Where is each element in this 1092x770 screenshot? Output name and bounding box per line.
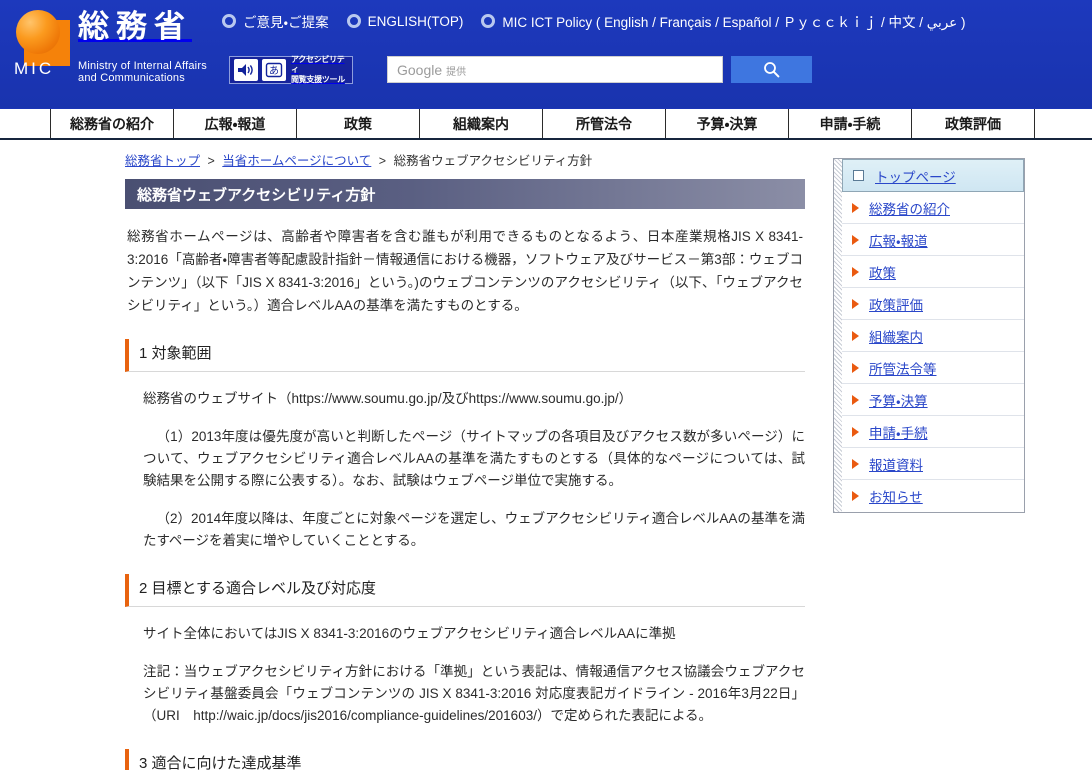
sidebar-item-pr-press[interactable]: 広報・報道 (842, 224, 1024, 256)
section-body-2: サイト全体においてはJIS X 8341-3:2016のウェブアクセシビリティ適… (125, 623, 805, 727)
triangle-right-icon (852, 394, 859, 405)
kana-a-icon: あ (262, 59, 286, 81)
breadcrumb: 総務省トップ > 当省ホームページについて > 総務省ウェブアクセシビリティ方針 (125, 150, 805, 169)
sidebar-item-policy[interactable]: 政策 (842, 256, 1024, 288)
search-placeholder-sub: 提供 (446, 66, 467, 78)
site-logo[interactable]: 総務省 (14, 8, 192, 66)
breadcrumb-item-about-homepage[interactable]: 当省ホームページについて (222, 154, 371, 168)
search-placeholder-main: Google (397, 61, 443, 78)
sidebar-item-label: 政策 (869, 265, 896, 281)
link-opinion-proposal[interactable]: ご意見・ご提案 (222, 11, 329, 31)
sidebar: トップページ 総務省の紹介 広報・報道 政策 政策評価 組織案内 所管法令等 予… (833, 140, 1025, 770)
section-2-paragraph-0: サイト全体においてはJIS X 8341-3:2016のウェブアクセシビリティ適… (143, 626, 676, 642)
logo-english-line2: and Communications (78, 72, 185, 84)
link-english-top-label: ENGLISH(TOP) (367, 13, 464, 29)
gnav-item-policy-evaluation[interactable]: 政策評価 (912, 109, 1035, 138)
sidebar-item-organization[interactable]: 組織案内 (842, 320, 1024, 352)
section-1-paragraph-1: （1）2013年度は優先度が高いと判断したページ（サイトマップの各項目及びアクセ… (143, 429, 805, 489)
sidebar-item-press-materials[interactable]: 報道資料 (842, 448, 1024, 480)
gnav-item-pr-press[interactable]: 広報・報道 (174, 109, 297, 138)
section-1-paragraph-2: （2）2014年度以降は、年度ごとに対象ページを選定し、ウェブアクセシビリティ適… (143, 511, 805, 549)
triangle-right-icon (852, 458, 859, 469)
svg-text:あ: あ (269, 65, 279, 77)
sidebar-item-label: トップページ (875, 169, 956, 185)
section-heading-2: 2 目標とする適合レベル及び対応度 (125, 574, 805, 608)
global-navigation: 総務省の紹介 広報・報道 政策 組織案内 所管法令 予算・決算 申請・手続 政策… (0, 108, 1092, 140)
gnav-item-organization[interactable]: 組織案内 (420, 109, 543, 138)
gnav-item-intro[interactable]: 総務省の紹介 (50, 109, 174, 138)
triangle-right-icon (852, 330, 859, 341)
sidebar-item-label: 申請・手続 (869, 425, 928, 441)
sidebar-item-laws[interactable]: 所管法令等 (842, 352, 1024, 384)
lead-paragraph: 総務省ホームページは、高齢者や障害者を含む誰もが利用できるものとなるよう、日本産… (127, 229, 803, 314)
speaker-icon (234, 59, 258, 81)
header-utility-links: ご意見・ご提案 ENGLISH(TOP) MIC ICT Policy ( En… (222, 11, 965, 31)
link-opinion-proposal-label: ご意見・ご提案 (243, 15, 329, 30)
accessibility-tool-button[interactable]: あ アクセシビリティ 閲覧支援ツール (229, 55, 353, 84)
triangle-right-icon (852, 266, 859, 277)
triangle-right-icon (852, 491, 859, 501)
logo-japanese-name: 総務省 (78, 9, 192, 44)
link-mic-ict-policy-label: MIC ICT Policy ( English / Français / Es… (502, 15, 966, 30)
triangle-right-icon (852, 234, 859, 245)
sidebar-item-label: 所管法令等 (869, 361, 937, 377)
sidebar-item-intro[interactable]: 総務省の紹介 (842, 192, 1024, 224)
sidebar-item-label: 組織案内 (869, 329, 923, 345)
search-input[interactable]: Google 提供 (387, 56, 723, 83)
breadcrumb-item-top[interactable]: 総務省トップ (125, 154, 200, 168)
logo-mic-abbr: MIC (14, 59, 55, 78)
triangle-right-icon (852, 426, 859, 437)
sidebar-nav-box: トップページ 総務省の紹介 広報・報道 政策 政策評価 組織案内 所管法令等 予… (833, 158, 1025, 513)
section-heading-3: 3 適合に向けた達成基準 (125, 749, 805, 770)
section-body-1: 総務省のウェブサイト（https://www.soumu.go.jp/及びhtt… (125, 388, 805, 552)
site-header: 総務省 MIC Ministry of Internal Affairs and… (0, 0, 1092, 108)
sidebar-item-applications[interactable]: 申請・手続 (842, 416, 1024, 448)
link-english-top[interactable]: ENGLISH(TOP) (346, 13, 464, 29)
breadcrumb-separator: > (207, 154, 215, 168)
page-title: 総務省ウェブアクセシビリティ方針 (125, 179, 805, 210)
sidebar-item-label: お知らせ (869, 490, 923, 505)
section-2-paragraph-1: 注記：当ウェブアクセシビリティ方針における「準拠」という表記は、情報通信アクセス… (143, 664, 805, 724)
triangle-right-icon (852, 202, 859, 213)
section-heading-1: 1 対象範囲 (125, 339, 805, 373)
accessibility-tool-line1: アクセシビリティ (291, 55, 345, 74)
bullet-ring-icon (222, 14, 236, 28)
sidebar-item-label: 総務省の紹介 (869, 201, 950, 217)
sidebar-item-news[interactable]: お知らせ (842, 480, 1024, 512)
sidebar-item-label: 予算・決算 (869, 393, 928, 409)
accessibility-tool-line2: 閲覧支援ツール (291, 75, 345, 84)
gnav-item-laws[interactable]: 所管法令 (543, 109, 666, 138)
link-mic-ict-policy[interactable]: MIC ICT Policy ( English / Français / Es… (481, 11, 965, 31)
section-1-paragraph-0: 総務省のウェブサイト（https://www.soumu.go.jp/及びhtt… (143, 391, 633, 407)
square-marker-icon (853, 170, 864, 181)
sidebar-item-policy-evaluation[interactable]: 政策評価 (842, 288, 1024, 320)
triangle-right-icon (852, 362, 859, 373)
sidebar-item-label: 政策評価 (869, 297, 923, 313)
page-body: 総務省トップ > 当省ホームページについて > 総務省ウェブアクセシビリティ方針… (0, 140, 1092, 770)
logo-english-line1: Ministry of Internal Affairs (78, 60, 207, 72)
sidebar-item-label: 報道資料 (869, 457, 923, 473)
breadcrumb-item-current: 総務省ウェブアクセシビリティ方針 (393, 154, 593, 168)
gnav-item-applications[interactable]: 申請・手続 (789, 109, 912, 138)
triangle-right-icon (852, 298, 859, 309)
search-placeholder: Google 提供 (397, 62, 466, 78)
bullet-ring-icon (481, 14, 496, 28)
search-button[interactable] (731, 56, 812, 83)
gnav-item-budget[interactable]: 予算・決算 (666, 109, 789, 138)
mic-logo-mark (14, 8, 72, 66)
breadcrumb-separator: > (378, 154, 387, 168)
sidebar-item-budget[interactable]: 予算・決算 (842, 384, 1024, 416)
gnav-item-policy[interactable]: 政策 (297, 109, 420, 138)
sidebar-item-top-page[interactable]: トップページ (842, 159, 1024, 192)
sidebar-item-label: 広報・報道 (869, 233, 928, 249)
bullet-ring-icon (346, 14, 361, 28)
search-icon (764, 62, 780, 78)
main-content: 総務省トップ > 当省ホームページについて > 総務省ウェブアクセシビリティ方針… (125, 140, 805, 770)
